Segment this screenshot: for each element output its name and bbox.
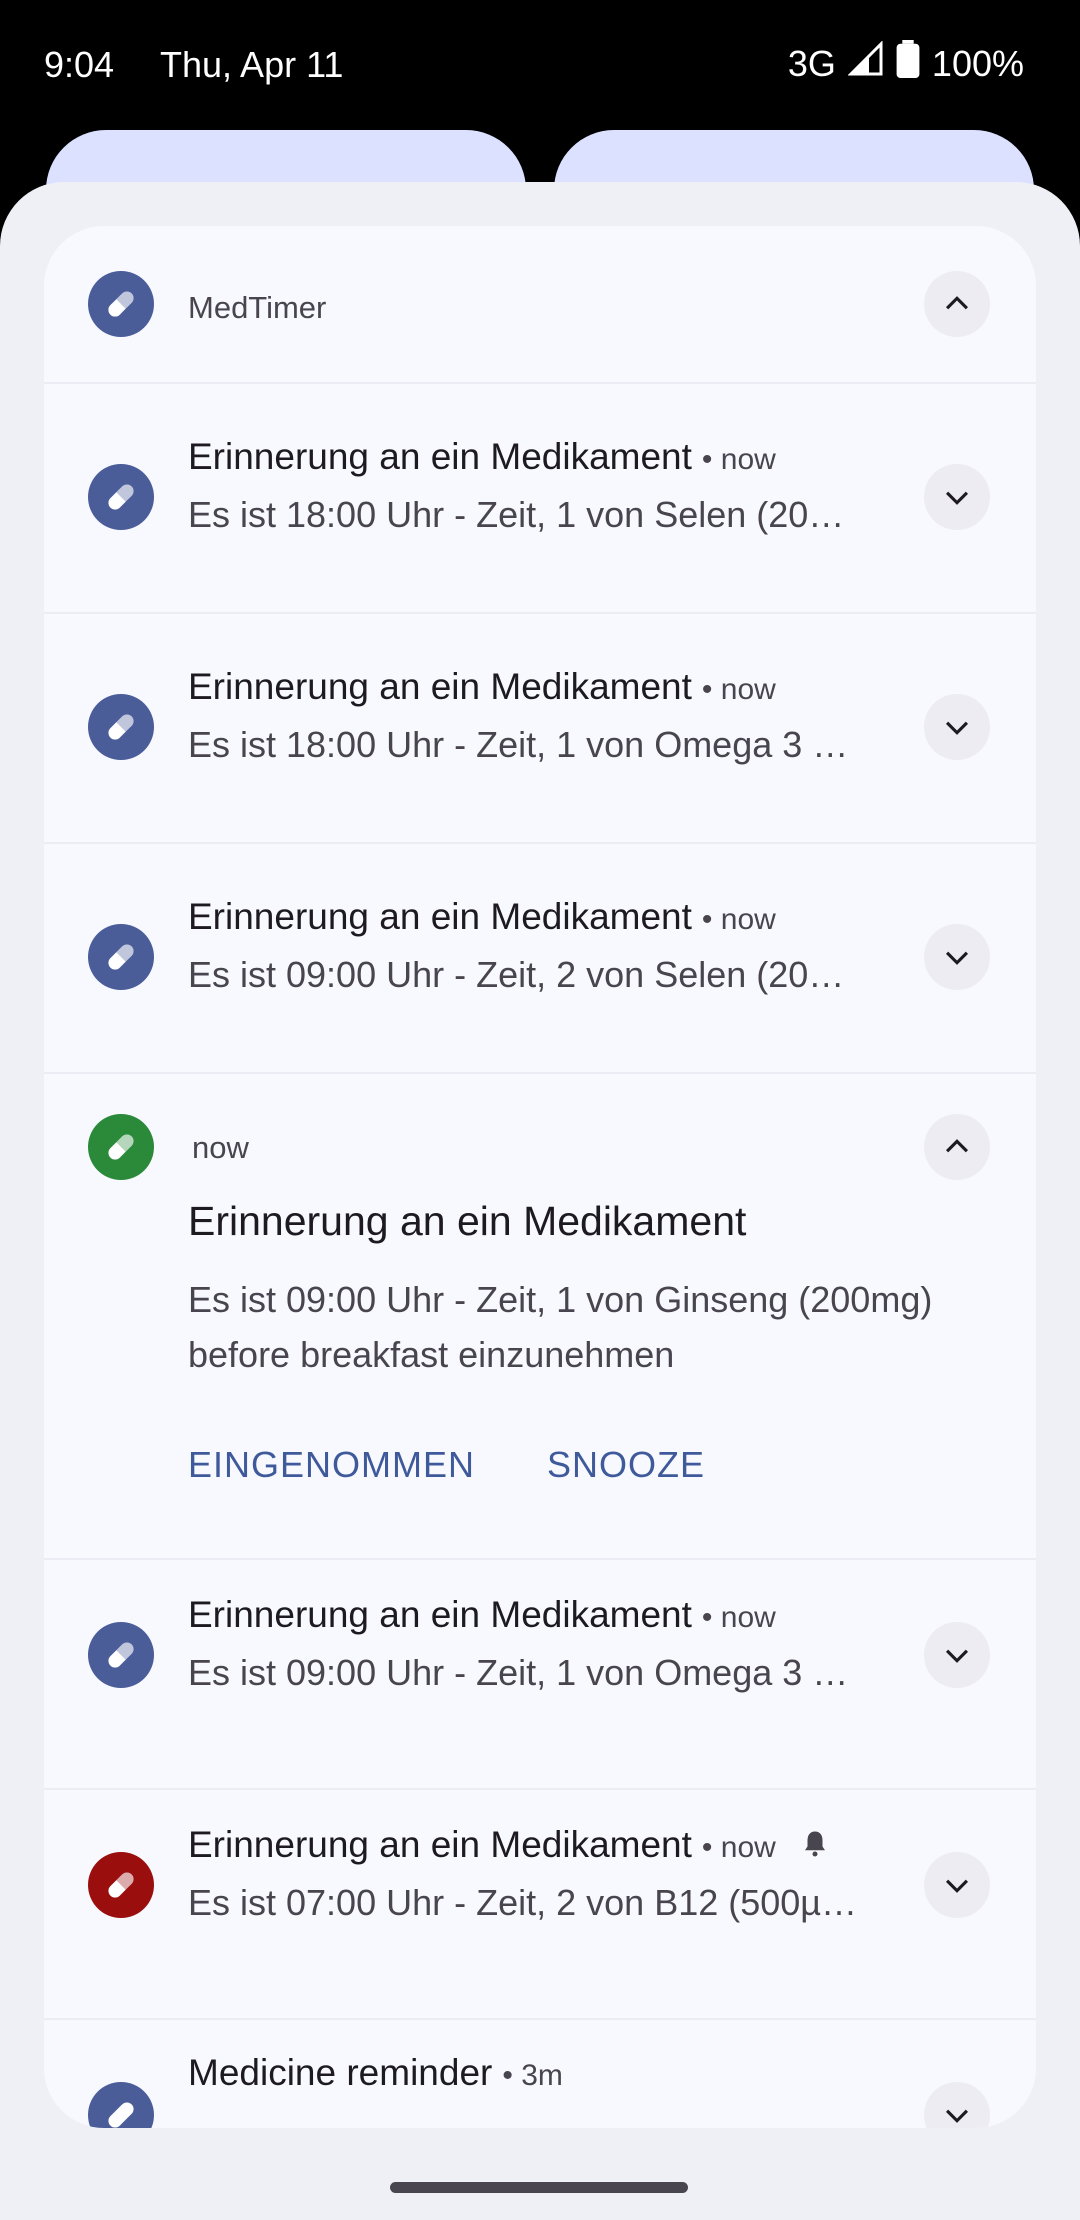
chevron-down-icon xyxy=(945,721,969,735)
notification-item[interactable]: Erinnerung an ein Medikament • now Es ist… xyxy=(44,1558,1036,1790)
pill-icon xyxy=(88,694,154,760)
notification-text: Es ist 07:00 Uhr - Zeit, 2 von B12 (500µ… xyxy=(188,1882,858,1923)
notification-title-text: Erinnerung an ein Medikament xyxy=(188,436,692,477)
notification-time: now xyxy=(720,1601,776,1634)
chevron-up-icon xyxy=(945,1139,969,1153)
notification-title: Erinnerung an ein Medikament • now xyxy=(188,1594,776,1635)
notification-time: 3m xyxy=(521,2059,563,2092)
notification-title: Medicine reminder • 3m xyxy=(188,2052,563,2093)
expand-button[interactable] xyxy=(924,2082,990,2128)
collapse-button[interactable] xyxy=(924,1114,990,1180)
pill-icon xyxy=(88,1622,154,1688)
pill-icon xyxy=(88,271,154,337)
notification-title: Erinnerung an ein Medikament • now xyxy=(188,436,776,477)
notification-title: Erinnerung an ein Medikament • now xyxy=(188,1824,830,1868)
expand-button[interactable] xyxy=(924,924,990,990)
pill-icon xyxy=(88,464,154,530)
notification-time: now xyxy=(720,673,776,706)
notification-item[interactable]: Erinnerung an ein Medikament • now Es ist… xyxy=(44,842,1036,1074)
pill-icon xyxy=(88,1852,154,1918)
chevron-down-icon xyxy=(945,491,969,505)
collapse-button[interactable] xyxy=(924,271,990,337)
taken-button[interactable]: EINGENOMMEN xyxy=(188,1444,475,1486)
pill-icon xyxy=(88,1114,154,1180)
expand-button[interactable] xyxy=(924,1852,990,1918)
battery-level: 100% xyxy=(931,42,1024,84)
notification-time: now xyxy=(192,1130,249,1165)
notification-text: Es ist 18:00 Uhr - Zeit, 1 von Omega 3 … xyxy=(188,724,849,765)
notification-text-line: before breakfast einzunehmen xyxy=(188,1334,675,1375)
notification-text: Es ist 09:00 Uhr - Zeit, 1 von Omega 3 … xyxy=(188,1652,849,1693)
chevron-down-icon xyxy=(945,2109,969,2123)
expand-button[interactable] xyxy=(924,694,990,760)
chevron-down-icon xyxy=(945,951,969,965)
notification-text: Es ist 09:00 Uhr - Zeit, 1 von Ginseng (… xyxy=(188,1272,1008,1382)
notification-title: Erinnerung an ein Medikament • now xyxy=(188,896,776,937)
notification-title-text: Erinnerung an ein Medikament xyxy=(188,896,692,937)
notification-title-text: Erinnerung an ein Medikament xyxy=(188,666,692,707)
notification-time: now xyxy=(720,903,776,936)
snooze-button[interactable]: SNOOZE xyxy=(547,1444,705,1486)
notification-expanded[interactable]: now Erinnerung an ein Medikament Es ist … xyxy=(44,1072,1036,1560)
date: Thu, Apr 11 xyxy=(160,44,344,85)
notification-item[interactable]: Erinnerung an ein Medikament • now Es ist… xyxy=(44,1788,1036,2020)
expand-button[interactable] xyxy=(924,464,990,530)
battery-icon xyxy=(896,40,920,87)
status-bar: 9:04 Thu, Apr 11 3G 100% xyxy=(0,0,1080,250)
chevron-down-icon xyxy=(945,1879,969,1893)
notification-title-text: Erinnerung an ein Medikament xyxy=(188,1824,692,1865)
notification-time: now xyxy=(720,1831,776,1864)
notification-title-text: Erinnerung an ein Medikament xyxy=(188,1594,692,1635)
notification-group-medtimer: MedTimer Erinnerung an ein Medikament • n… xyxy=(44,226,1036,2128)
pill-icon xyxy=(88,2082,154,2128)
alarm-bell-icon xyxy=(800,1826,830,1868)
clock: 9:04 xyxy=(44,44,115,85)
app-name: MedTimer xyxy=(188,290,327,325)
chevron-up-icon xyxy=(945,296,969,310)
notification-item[interactable]: Medicine reminder • 3m xyxy=(44,2018,1036,2128)
status-icons: 3G 100% xyxy=(788,40,1024,87)
notification-text: Es ist 09:00 Uhr - Zeit, 2 von Selen (20… xyxy=(188,954,845,995)
notification-text: Es ist 18:00 Uhr - Zeit, 1 von Selen (20… xyxy=(188,494,845,535)
notification-item[interactable]: Erinnerung an ein Medikament • now Es ist… xyxy=(44,382,1036,614)
pill-icon xyxy=(88,924,154,990)
notification-title: Erinnerung an ein Medikament xyxy=(188,1198,747,1244)
notification-text-line: Es ist 09:00 Uhr - Zeit, 1 von Ginseng (… xyxy=(188,1279,933,1320)
notification-item[interactable]: Erinnerung an ein Medikament • now Es ist… xyxy=(44,612,1036,844)
signal-icon xyxy=(847,40,884,86)
chevron-down-icon xyxy=(945,1649,969,1663)
group-header[interactable]: MedTimer xyxy=(44,226,1036,384)
notification-time: now xyxy=(720,443,776,476)
navigation-handle[interactable] xyxy=(390,2182,688,2193)
network-type: 3G xyxy=(787,42,836,84)
notification-title: Erinnerung an ein Medikament • now xyxy=(188,666,776,707)
expand-button[interactable] xyxy=(924,1622,990,1688)
notification-title-text: Medicine reminder xyxy=(188,2052,493,2093)
